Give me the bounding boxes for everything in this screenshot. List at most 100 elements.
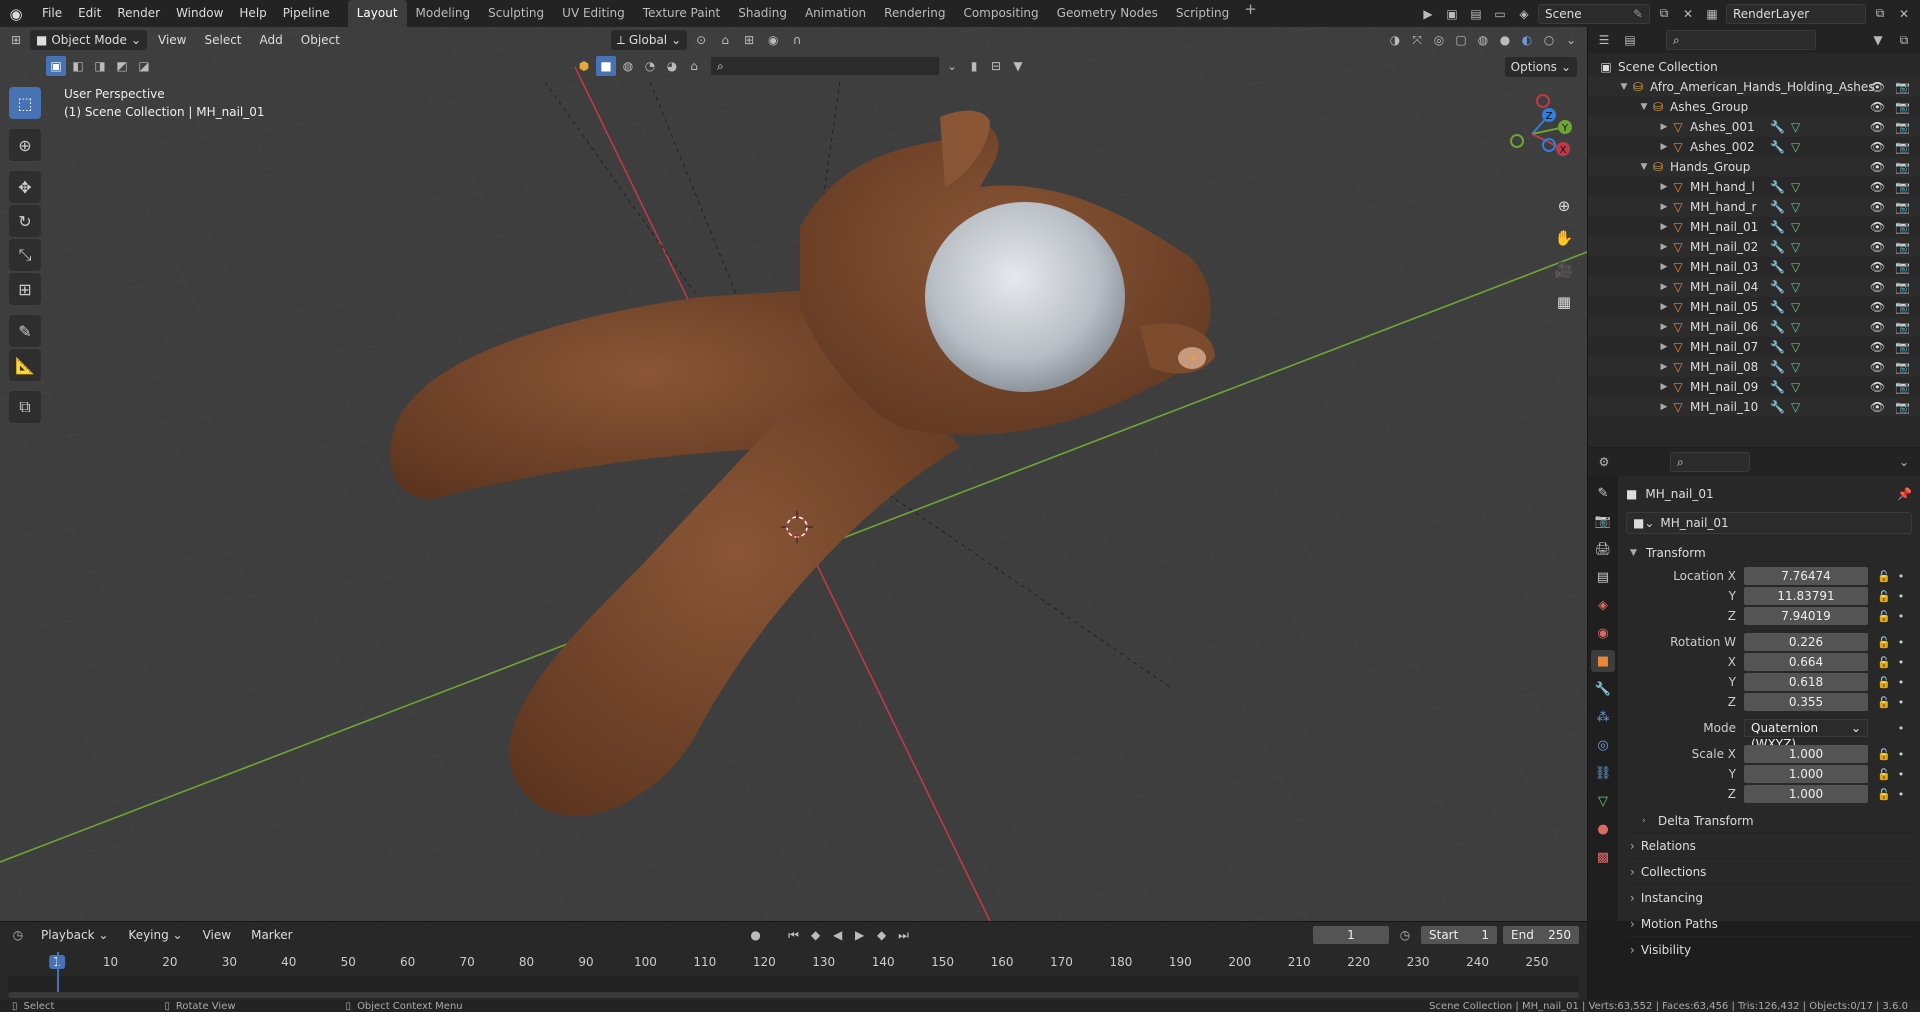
outliner-row[interactable]: ▶ ▽ MH_nail_07 🔧 ▽ 👁 📷 [1588,337,1920,357]
delete-view-layer-icon[interactable]: ✕ [1894,4,1914,24]
rotation-y-field[interactable]: 0.618 [1744,673,1868,691]
select-invert-icon[interactable]: ◩ [112,56,132,76]
chevron-down-icon[interactable]: ▼ [1638,162,1650,172]
chevron-down-icon[interactable]: ▼ [1638,102,1650,112]
start-frame-field[interactable]: Start 1 [1421,926,1497,944]
keyframe-dot-icon[interactable]: • [1894,788,1908,801]
object-name-field[interactable]: ■⌄ MH_nail_01 [1626,512,1912,534]
menu-help[interactable]: Help [231,0,274,27]
tab-rendering[interactable]: Rendering [875,0,954,27]
add-cube-icon[interactable]: ⧉ [9,391,41,423]
eye-icon[interactable]: 👁 [1870,200,1885,214]
visibility-panel-header[interactable]: › Visibility [1626,936,1912,962]
mesh-data-icon[interactable]: ▽ [1791,360,1800,374]
chevron-right-icon[interactable]: ▶ [1658,122,1670,132]
view-layer-tab-icon[interactable]: ▤ [1591,566,1615,588]
camera-icon[interactable]: 📷 [1895,320,1910,334]
camera-icon[interactable]: 📷 [1895,300,1910,314]
camera-icon[interactable]: 📷 [1895,340,1910,354]
eye-icon[interactable]: 👁 [1870,340,1885,354]
play-icon[interactable]: ▶ [850,925,870,945]
location-x-field[interactable]: 7.76474 [1744,567,1868,585]
delta-transform-header[interactable]: › Delta Transform [1626,810,1912,832]
tab-layout[interactable]: Layout [347,0,407,27]
menu-object[interactable]: Object [294,33,347,47]
pan-hand-icon[interactable]: ✋ [1551,225,1577,251]
gizmo-toggle-icon[interactable]: ⤧ [1407,30,1427,50]
blender-logo-icon[interactable]: ◉ [6,4,26,24]
new-collection-icon[interactable]: ⧉ [1894,30,1914,50]
wrench-icon[interactable]: 🔧 [1770,280,1785,294]
wrench-icon[interactable]: 🔧 [1770,340,1785,354]
neg-x-axis-icon[interactable] [1536,94,1550,108]
render-tab-icon[interactable]: 📷 [1591,510,1615,532]
camera-icon[interactable]: 📷 [1895,160,1910,174]
mesh-data-icon[interactable]: ▽ [1791,280,1800,294]
menu-file[interactable]: File [34,0,70,27]
scene-collection-row[interactable]: ▣ Scene Collection [1588,57,1920,77]
lock-icon[interactable]: 🔓 [1874,590,1894,603]
clock-icon[interactable]: ◷ [1395,925,1415,945]
outliner-row[interactable]: ▶ ▽ MH_nail_08 🔧 ▽ 👁 📷 [1588,357,1920,377]
chevron-right-icon[interactable]: ▶ [1658,202,1670,212]
menu-keying[interactable]: Keying ⌄ [121,928,189,942]
modifier-tab-icon[interactable]: 🔧 [1591,678,1615,700]
select-box-icon[interactable]: ⬚ [9,87,41,119]
jump-start-icon[interactable]: ⏮ [784,925,804,945]
mesh-data-icon[interactable]: ▽ [1791,260,1800,274]
camera-icon[interactable]: 📷 [1895,220,1910,234]
camera-icon[interactable]: 📷 [1895,260,1910,274]
falloff-icon[interactable]: ∩ [787,30,807,50]
scale-y-field[interactable]: 1.000 [1744,765,1868,783]
annotate-icon[interactable]: ✎ [9,315,41,347]
rotation-w-field[interactable]: 0.226 [1744,633,1868,651]
outliner-row[interactable]: ▶ ▽ MH_nail_09 🔧 ▽ 👁 📷 [1588,377,1920,397]
keyframe-dot-icon[interactable]: • [1894,610,1908,623]
menu-edit[interactable]: Edit [70,0,109,27]
prev-keyframe-icon[interactable]: ◆ [806,925,826,945]
lock-icon[interactable]: 🔓 [1874,788,1894,801]
render-animation-icon[interactable]: ▣ [1442,4,1462,24]
jump-end-icon[interactable]: ⏭ [894,925,914,945]
wrench-icon[interactable]: 🔧 [1770,320,1785,334]
scale-z-field[interactable]: 1.000 [1744,785,1868,803]
chevron-right-icon[interactable]: ▶ [1658,302,1670,312]
wrench-icon[interactable]: 🔧 [1770,240,1785,254]
outliner-row[interactable]: ▶ ▽ MH_nail_06 🔧 ▽ 👁 📷 [1588,317,1920,337]
timeline-scrollbar[interactable] [8,992,1579,998]
ortho-grid-icon[interactable]: ▦ [1551,289,1577,315]
wrench-icon[interactable]: 🔧 [1770,300,1785,314]
chevron-down-icon[interactable]: ⌄ [942,56,962,76]
end-frame-field[interactable]: End 250 [1503,926,1579,944]
measure-icon[interactable]: 📐 [9,349,41,381]
display-mode-icon[interactable]: ▤ [1620,30,1640,50]
cursor-icon[interactable]: ⊕ [9,129,41,161]
scene-tab-icon[interactable]: ◈ [1591,594,1615,616]
output-tab-icon[interactable]: 🖨 [1591,538,1615,560]
outliner-row[interactable]: ▼ ⛁ Hands_Group 👁 📷 [1588,157,1920,177]
keyframe-dot-icon[interactable]: • [1894,696,1908,709]
pivot-icon[interactable]: ⊙ [691,30,711,50]
outliner-row[interactable]: ▶ ▽ MH_nail_03 🔧 ▽ 👁 📷 [1588,257,1920,277]
next-keyframe-icon[interactable]: ◆ [872,925,892,945]
relations-panel-header[interactable]: › Relations [1626,832,1912,858]
eye-icon[interactable]: 👁 [1870,100,1885,114]
wrench-icon[interactable]: 🔧 [1770,180,1785,194]
chevron-right-icon[interactable]: ▶ [1658,342,1670,352]
navigation-gizmo[interactable]: Z Y X [1487,89,1577,179]
tab-shading[interactable]: Shading [729,0,796,27]
camera-icon[interactable]: 📷 [1895,240,1910,254]
select-extend-icon[interactable]: ◧ [68,56,88,76]
mesh-data-icon[interactable]: ▽ [1791,220,1800,234]
scene-selector[interactable]: Scene ✎ [1538,3,1650,24]
select-subtract-icon[interactable]: ◨ [90,56,110,76]
move-icon[interactable]: ✥ [9,171,41,203]
mesh-filter-icon[interactable]: ■ [596,56,616,76]
object-tab-icon[interactable]: ■ [1591,650,1615,672]
xray-icon[interactable]: ▢ [1451,30,1471,50]
camera-icon[interactable]: 📷 [1895,180,1910,194]
eye-icon[interactable]: 👁 [1870,400,1885,414]
lock-icon[interactable]: 🔓 [1874,748,1894,761]
outliner-row[interactable]: ▶ ▽ MH_hand_r 🔧 ▽ 👁 📷 [1588,197,1920,217]
view-layer-icon[interactable]: ▦ [1702,4,1722,24]
